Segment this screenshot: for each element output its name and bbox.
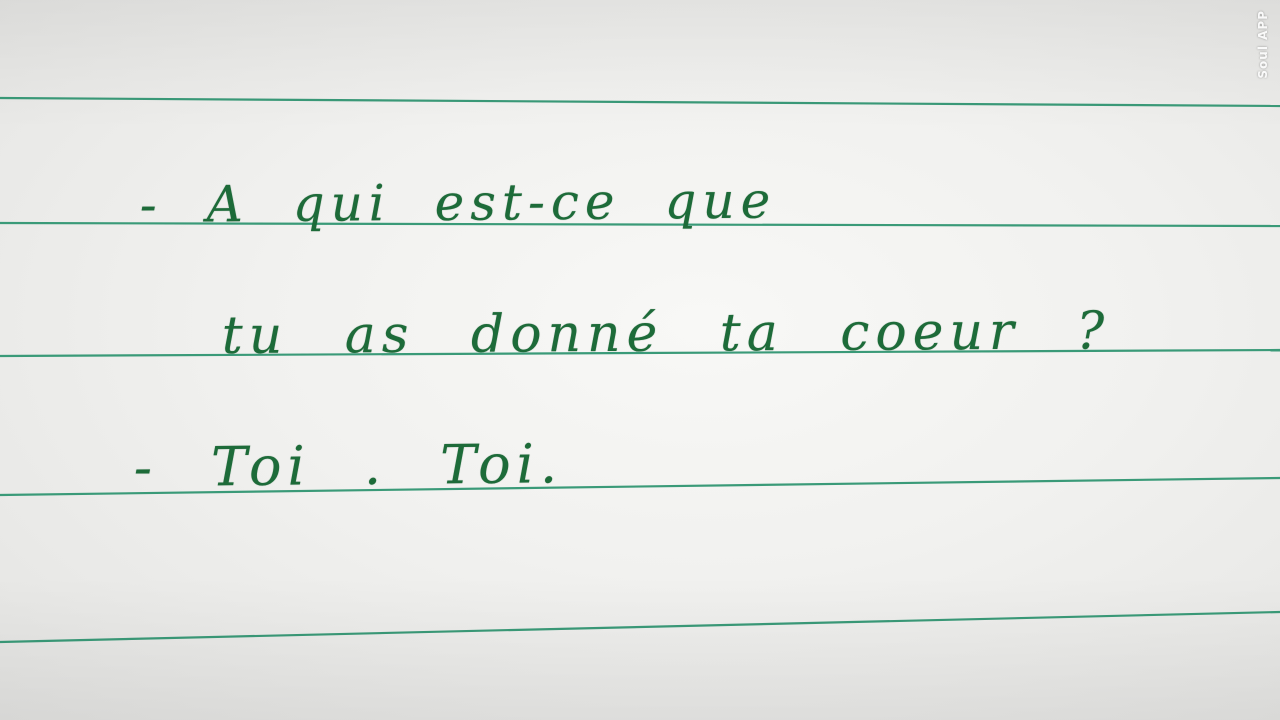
app-watermark: Soul APP [1256,10,1270,79]
handwritten-text: - A qui est-ce que tu as donné ta coeur … [0,0,1280,720]
handwritten-line-3: - Toi . Toi. [133,432,564,499]
handwritten-line-1: - A qui est-ce que [139,171,777,234]
handwritten-line-2: tu as donné ta coeur ? [221,301,1111,366]
notebook-photo: - A qui est-ce que tu as donné ta coeur … [0,0,1280,720]
